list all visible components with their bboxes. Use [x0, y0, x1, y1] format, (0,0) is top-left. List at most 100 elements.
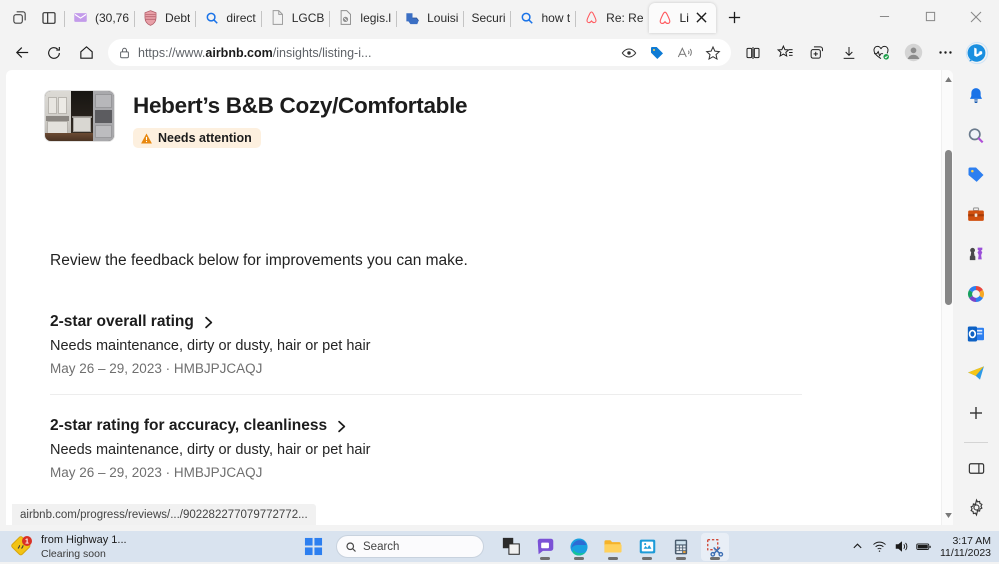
clock-time: 3:17 AM [940, 535, 991, 547]
review-list: 2-star overall rating Needs maintenance,… [50, 313, 802, 498]
tab-title: Li [680, 3, 689, 33]
minimize-button[interactable] [861, 0, 907, 33]
browser-tab[interactable]: Louisi [396, 3, 463, 33]
scrollbar-up-arrow[interactable] [942, 73, 953, 86]
file-explorer-icon[interactable] [599, 533, 627, 561]
airbnb-icon [657, 9, 674, 26]
scrollbar-down-arrow[interactable] [942, 509, 953, 522]
edge-icon[interactable] [565, 533, 593, 561]
shield-icon [142, 9, 159, 26]
snipping-tool-icon[interactable] [701, 533, 729, 561]
url-text: https://www.airbnb.com/insights/listing-… [138, 46, 615, 60]
battery-icon[interactable] [912, 536, 934, 558]
review-description: Needs maintenance, dirty or dusty, hair … [50, 442, 802, 458]
page-viewport: Hebert’s B&B Cozy/Comfortable Needs atte… [6, 70, 953, 525]
wifi-icon[interactable] [868, 536, 890, 558]
review-description: Needs maintenance, dirty or dusty, hair … [50, 338, 802, 354]
task-view-icon[interactable] [497, 533, 525, 561]
close-window-button[interactable] [953, 0, 999, 33]
browser-tab[interactable]: Debt [134, 3, 195, 33]
sidebar-toggle-icon[interactable] [959, 452, 993, 485]
new-tab-button[interactable] [720, 3, 750, 33]
chat-icon[interactable] [531, 533, 559, 561]
tab-actions-icon[interactable] [4, 3, 34, 33]
weather-text: from Highway 1... Clearing soon [41, 534, 127, 560]
telegram-icon[interactable] [959, 357, 993, 390]
collections-icon[interactable] [801, 38, 833, 68]
split-screen-icon[interactable] [737, 38, 769, 68]
back-button[interactable] [6, 38, 38, 68]
start-button[interactable] [300, 534, 326, 560]
listing-thumbnail[interactable] [44, 90, 115, 142]
shopping-icon[interactable] [959, 159, 993, 192]
weather-line1: from Highway 1... [41, 534, 127, 546]
search-icon [518, 9, 535, 26]
microsoft-store-icon[interactable] [633, 533, 661, 561]
read-aloud-icon[interactable] [671, 41, 699, 65]
browser-tab[interactable]: Securi [463, 3, 510, 33]
scrollbar-thumb[interactable] [945, 150, 952, 305]
tab-title: LGCB [292, 3, 325, 33]
settings-more-icon[interactable] [929, 38, 961, 68]
tabs-container: (30,76 Debt direct [64, 0, 716, 35]
outlook-icon[interactable] [959, 317, 993, 350]
profile-avatar-icon[interactable] [897, 38, 929, 68]
volume-icon[interactable] [890, 536, 912, 558]
windows-taskbar: 1 from Highway 1... Clearing soon Search [0, 531, 999, 562]
maximize-button[interactable] [907, 0, 953, 33]
tray-overflow-icon[interactable] [846, 536, 868, 558]
vertical-tabs-icon[interactable] [34, 3, 64, 33]
address-bar[interactable]: https://www.airbnb.com/insights/listing-… [108, 39, 731, 66]
taskbar-weather-widget[interactable]: 1 from Highway 1... Clearing soon [0, 534, 300, 560]
page-scrollbar[interactable] [941, 70, 953, 525]
clock-date: 11/11/2023 [940, 547, 991, 559]
document-icon [269, 9, 286, 26]
listing-header: Hebert’s B&B Cozy/Comfortable Needs atte… [44, 90, 467, 150]
chevron-right-icon[interactable] [336, 420, 347, 433]
games-icon[interactable] [959, 238, 993, 271]
downloads-icon[interactable] [833, 38, 865, 68]
notifications-icon[interactable] [959, 80, 993, 113]
search-icon[interactable] [959, 120, 993, 153]
sidebar-divider [964, 442, 988, 443]
window-controls [861, 0, 999, 35]
list-item: 2-star rating for accuracy, cleanliness … [50, 394, 802, 498]
add-site-icon[interactable] [959, 396, 993, 429]
home-button[interactable] [70, 38, 102, 68]
page-subtitle: Review the feedback below for improvemen… [50, 252, 468, 270]
favorites-icon[interactable] [769, 38, 801, 68]
browser-tab[interactable]: Re: Re [575, 3, 648, 33]
read-aloud-eye-icon[interactable] [615, 41, 643, 65]
browser-tab-active[interactable]: Li [649, 3, 716, 33]
airbnb-icon [583, 9, 600, 26]
favorite-star-icon[interactable] [699, 41, 727, 65]
taskbar-clock[interactable]: 3:17 AM 11/11/2023 [940, 535, 991, 559]
browser-tab[interactable]: how t [510, 3, 575, 33]
refresh-button[interactable] [38, 38, 70, 68]
toolbar-icons [737, 38, 993, 68]
browser-essentials-icon[interactable] [865, 38, 897, 68]
tab-title: legis.l [360, 3, 391, 33]
microsoft365-icon[interactable] [959, 278, 993, 311]
browser-tab[interactable]: (30,76 [64, 3, 134, 33]
taskbar-search-box[interactable]: Search [336, 535, 484, 558]
taskbar-search-placeholder: Search [363, 541, 399, 553]
tools-icon[interactable] [959, 199, 993, 232]
tab-title: direct [226, 3, 255, 33]
calculator-icon[interactable] [667, 533, 695, 561]
mail-icon [72, 9, 89, 26]
settings-gear-icon[interactable] [959, 491, 993, 524]
shopping-tag-icon[interactable] [643, 41, 671, 65]
copilot-bing-icon[interactable] [961, 38, 993, 68]
status-link-preview: airbnb.com/progress/reviews/.../90228227… [12, 504, 316, 525]
review-meta: May 26 – 29, 2023 · HMBJPJCAQJ [50, 465, 802, 480]
svg-text:1: 1 [25, 538, 29, 545]
browser-tab[interactable]: legis.l [329, 3, 396, 33]
browser-tab[interactable]: direct [195, 3, 260, 33]
browser-tab[interactable]: LGCB [261, 3, 330, 33]
listing-text-block: Hebert’s B&B Cozy/Comfortable Needs atte… [133, 90, 467, 150]
close-tab-icon[interactable] [693, 9, 711, 27]
review-title-row[interactable]: 2-star overall rating [50, 313, 802, 331]
chevron-right-icon[interactable] [203, 316, 214, 329]
review-title-row[interactable]: 2-star rating for accuracy, cleanliness [50, 417, 802, 435]
